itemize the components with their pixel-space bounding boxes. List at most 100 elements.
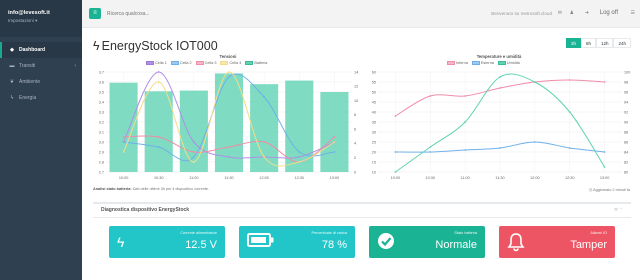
sidebar-item-transiti[interactable]: ▬ Transiti ‹ xyxy=(0,58,82,74)
data-point xyxy=(228,76,230,78)
data-point xyxy=(394,171,397,173)
menu-toggle-button[interactable]: ≡ xyxy=(89,8,101,19)
sign-out-icon[interactable]: ➜ xyxy=(585,10,589,16)
y-tick-label: 25 xyxy=(372,140,376,144)
y2-tick-label: 100 xyxy=(624,70,630,74)
data-point xyxy=(228,71,230,73)
chevron-left-icon: ‹ xyxy=(74,63,76,69)
legend-swatch xyxy=(146,61,154,65)
sidebar-item-dashboard[interactable]: ◆ Dashboard xyxy=(0,42,82,58)
legend-item[interactable]: Batteria xyxy=(245,61,267,65)
y2-tick-label: 84 xyxy=(624,150,628,154)
y-tick-label: 60 xyxy=(372,70,376,74)
search-input[interactable] xyxy=(107,8,257,19)
x-tick-label: 12:30 xyxy=(295,176,305,180)
data-point xyxy=(122,151,125,153)
x-tick-label: 10:30 xyxy=(426,176,436,180)
temperature-chart: 10 15 20 25 30 35 40 45 50 55 60 80 82 84 86 88 90 92 94 96… xyxy=(372,70,631,180)
sidebar-item-label: Dashboard xyxy=(19,47,46,53)
legend-item[interactable]: Cella 4 xyxy=(220,61,241,65)
legend-item[interactable]: Interna xyxy=(447,61,468,65)
x-tick-label: 13:00 xyxy=(600,176,610,180)
y2-tick-label: 90 xyxy=(624,120,628,124)
data-point xyxy=(298,156,301,158)
topbar: ≡ Benvenuto su metrosoft.cloud ✉ ♟ ➜ Log… xyxy=(82,0,640,28)
y2-tick-label: 2 xyxy=(354,156,356,160)
tile-alarms: Allarmi IO Tamper xyxy=(499,226,615,258)
data-point xyxy=(394,115,397,117)
tile-voltage: ϟ Corrente alimentatore 12.5 V xyxy=(109,226,225,258)
y2-tick-label: 94 xyxy=(624,100,628,104)
data-point xyxy=(157,81,160,83)
legend-swatch xyxy=(220,61,229,65)
y-tick-label: 2.9 xyxy=(99,150,104,154)
data-point xyxy=(499,87,501,89)
bar xyxy=(179,90,208,172)
profile[interactable]: info@levesoft.it Impostazioni ▾ xyxy=(0,0,82,37)
chevron-up-icon[interactable]: ⌃ xyxy=(619,207,623,212)
legend-swatch xyxy=(447,61,455,65)
battery-icon xyxy=(247,232,275,253)
sidebar-item-ambiente[interactable]: ❦ Ambiente xyxy=(0,74,82,90)
legend-item[interactable]: Cella 3 xyxy=(195,61,217,65)
y-tick-label: 55 xyxy=(372,80,376,84)
range-button-6h[interactable]: 6h xyxy=(580,38,596,48)
range-button-24h[interactable]: 24h xyxy=(613,38,631,48)
legend-item[interactable]: Cella 2 xyxy=(170,61,192,65)
x-tick-label: 13:00 xyxy=(330,176,340,180)
x-tick-label: 10:00 xyxy=(391,176,401,180)
bell-icon[interactable]: ♟ xyxy=(570,10,574,16)
data-point xyxy=(499,147,501,149)
y2-tick-label: 4 xyxy=(354,142,356,146)
legend-label: Interna xyxy=(456,61,468,65)
y-tick-label: 35 xyxy=(372,120,376,124)
bolt-icon: ϟ xyxy=(117,234,125,250)
legend-item[interactable]: Cella 1 xyxy=(146,61,167,65)
y2-tick-label: 12 xyxy=(354,85,358,89)
x-tick-label: 11:30 xyxy=(224,176,233,180)
data-point xyxy=(333,136,336,138)
data-point xyxy=(533,81,536,83)
profile-email[interactable]: info@levesoft.it xyxy=(8,10,82,16)
legend-item[interactable]: Esterna xyxy=(471,61,494,65)
page-title-text: EnergyStock IOT000 xyxy=(101,39,218,53)
y-tick-label: 50 xyxy=(372,90,376,94)
data-point xyxy=(568,147,571,149)
tile-label: Percentuale di carica xyxy=(311,231,347,235)
logoff-link[interactable]: Log off xyxy=(600,10,618,16)
tasks-icon[interactable]: ☰ xyxy=(631,10,635,16)
legend-label: Cella 3 xyxy=(204,61,217,65)
clock-icon: ◷ xyxy=(588,188,593,192)
y-tick-label: 3.1 xyxy=(99,130,104,134)
tile-label: Allarmi IO xyxy=(590,231,607,235)
data-point xyxy=(192,161,195,163)
data-point xyxy=(394,151,397,153)
y2-tick-label: 92 xyxy=(624,110,628,114)
footnote-label: Analisi stato batteria: xyxy=(93,187,132,191)
y-tick-label: 15 xyxy=(372,160,376,164)
data-point xyxy=(568,111,571,113)
range-button-3h[interactable]: 3h xyxy=(565,38,581,48)
data-point xyxy=(157,146,160,148)
footnote-text: Dati delle ultime 3h per il dispositivo … xyxy=(132,187,210,191)
data-point xyxy=(228,156,230,158)
data-point xyxy=(603,81,606,83)
bell-icon xyxy=(507,232,525,257)
bar xyxy=(320,92,349,172)
x-tick-label: 12:30 xyxy=(565,176,575,180)
data-point xyxy=(429,95,432,97)
app: info@levesoft.it Impostazioni ▾ ◆ Dashbo… xyxy=(0,0,640,280)
data-point xyxy=(192,151,195,153)
legend-label: Umidità xyxy=(506,61,520,65)
range-button-12h[interactable]: 12h xyxy=(595,38,614,48)
tile-charge: Percentuale di carica 78 % xyxy=(239,226,355,258)
legend-label: Esterna xyxy=(480,61,494,65)
sidebar-item-energia[interactable]: ϟ Energia xyxy=(0,90,82,106)
wrench-icon[interactable]: ⚒ xyxy=(614,207,618,212)
data-point xyxy=(298,151,301,153)
y-tick-label: 10 xyxy=(372,170,376,174)
legend-item[interactable]: Umidità xyxy=(497,61,520,65)
data-point xyxy=(429,151,432,153)
envelope-icon[interactable]: ✉ xyxy=(558,10,562,16)
profile-menu[interactable]: Impostazioni ▾ xyxy=(8,18,82,24)
